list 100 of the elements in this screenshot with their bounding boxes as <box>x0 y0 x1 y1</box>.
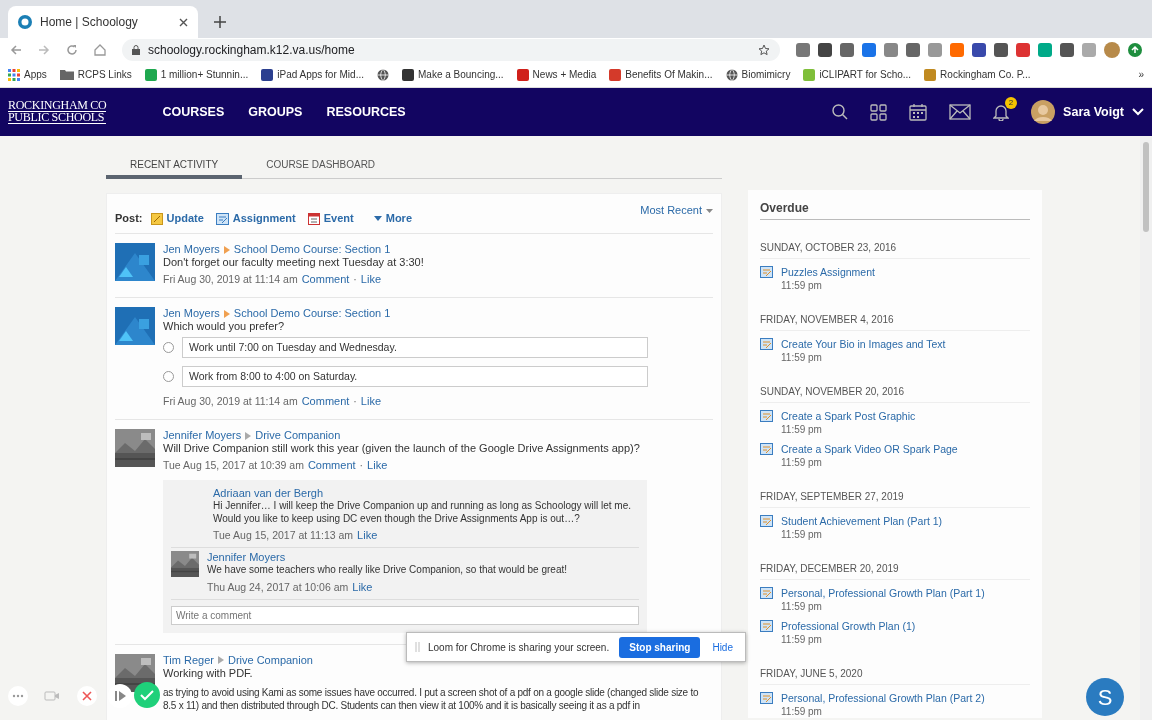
author-link[interactable]: Jennifer Moyers <box>207 551 286 563</box>
forward-icon[interactable] <box>38 44 50 56</box>
stop-sharing-button[interactable]: Stop sharing <box>619 636 701 658</box>
mail-icon[interactable] <box>949 104 972 120</box>
extension-icon[interactable] <box>818 43 832 57</box>
extension-icon[interactable] <box>1016 43 1030 57</box>
check-icon[interactable] <box>134 682 160 708</box>
post-action-link[interactable]: Update <box>166 212 204 225</box>
profile-avatar[interactable] <box>1104 42 1120 58</box>
bookmark[interactable]: Benefits Of Makin... <box>609 68 713 81</box>
hide-button[interactable]: Hide <box>708 640 737 654</box>
extension-icon[interactable] <box>994 43 1008 57</box>
comment-field[interactable]: Write a comment <box>171 605 639 625</box>
extension-icon[interactable] <box>972 43 986 57</box>
poll-option[interactable]: Work until 7:00 on Tuesday and Wednesday. <box>182 337 648 358</box>
extension-icon[interactable] <box>1060 43 1074 57</box>
chat-button[interactable]: S <box>1086 678 1124 716</box>
sort-dropdown[interactable]: Most Recent <box>640 204 702 217</box>
post-action-link[interactable]: Event <box>323 212 354 225</box>
overdue-item-link[interactable]: Create a Spark Post Graphic <box>781 410 916 423</box>
overdue-item-link[interactable]: Puzzles Assignment <box>781 266 875 279</box>
course-link[interactable]: Drive Companion <box>227 653 313 667</box>
overdue-item-link[interactable]: Personal, Professional Growth Plan (Part 1) <box>781 587 985 600</box>
extension-icon[interactable] <box>906 43 920 57</box>
user-avatar[interactable] <box>1031 100 1056 124</box>
bookmark[interactable]: Rockingham Co. P... <box>924 68 1031 81</box>
action-link[interactable]: Like <box>357 529 378 542</box>
nav-link[interactable]: RESOURCES <box>326 105 406 119</box>
extension-icon[interactable] <box>1082 43 1096 57</box>
chevron-down-icon[interactable] <box>1132 108 1144 116</box>
globe-icon[interactable] <box>377 68 389 81</box>
bookmark[interactable]: RCPS Links <box>59 68 132 81</box>
author-link[interactable]: Jen Moyers <box>163 243 220 256</box>
post-action-link[interactable]: Assignment <box>232 212 296 225</box>
back-icon[interactable] <box>10 44 22 56</box>
extension-icon[interactable] <box>840 43 854 57</box>
nav-link[interactable]: COURSES <box>162 105 225 119</box>
grid-icon[interactable] <box>870 103 888 121</box>
bookmark[interactable]: iCLIPART for Scho... <box>803 68 912 81</box>
overdue-item-link[interactable]: Personal, Professional Growth Plan (Part 2) <box>781 692 985 705</box>
bookmark[interactable]: News + Media <box>516 68 597 81</box>
action-link[interactable]: Like <box>360 273 382 286</box>
new-tab-icon[interactable] <box>214 16 226 28</box>
extension-icon[interactable] <box>884 43 898 57</box>
search-icon[interactable] <box>832 104 849 120</box>
course-link[interactable]: School Demo Course: Section 1 <box>233 243 391 256</box>
bookmark[interactable]: Biomimicry <box>725 68 791 81</box>
action-link[interactable]: Like <box>360 395 382 408</box>
drag-handle-icon[interactable] <box>415 642 420 652</box>
reload-icon[interactable] <box>66 44 78 56</box>
comment-text: We have some teachers who really like Drive Companion, so that would be great! <box>207 564 567 577</box>
close-icon[interactable] <box>179 17 188 27</box>
action-link[interactable]: Comment <box>301 273 350 286</box>
action-link[interactable]: Like <box>367 459 388 472</box>
more-bookmarks-button[interactable]: » <box>1138 68 1144 81</box>
extension-icon[interactable] <box>862 43 876 57</box>
author-link[interactable]: Jennifer Moyers <box>163 429 242 442</box>
close-icon[interactable] <box>77 686 97 706</box>
more-icon[interactable] <box>8 686 28 706</box>
overdue-item-link[interactable]: Student Achievement Plan (Part 1) <box>781 515 943 528</box>
star-icon[interactable] <box>758 44 770 56</box>
course-link[interactable]: School Demo Course: Section 1 <box>233 307 391 320</box>
logo-text[interactable]: PUBLIC SCHOOLS <box>8 112 107 124</box>
user-name[interactable]: Sara Voigt <box>1063 105 1124 119</box>
home-icon[interactable] <box>94 44 106 56</box>
address-bar[interactable]: schoology.rockingham.k12.va.us/home <box>122 39 780 61</box>
author-link[interactable]: Adriaan van der Bergh <box>213 487 324 499</box>
radio-button[interactable] <box>163 342 174 353</box>
action-link[interactable]: Comment <box>307 459 356 472</box>
bookmark[interactable]: Apps <box>8 68 47 81</box>
action-link[interactable]: Comment <box>301 395 350 408</box>
poll-option[interactable]: Work from 8:00 to 4:00 on Saturday. <box>182 366 648 387</box>
caret-icon <box>706 208 713 213</box>
author-link[interactable]: Jen Moyers <box>163 307 220 320</box>
author-link[interactable]: Tim Reger <box>163 653 214 667</box>
calendar-icon <box>307 212 320 225</box>
timestamp: Tue Aug 15, 2017 at 11:13 am <box>213 529 354 542</box>
overdue-item-link[interactable]: Create a Spark Video OR Spark Page <box>781 443 958 456</box>
scrollbar-thumb[interactable] <box>1143 142 1149 232</box>
overdue-item-link[interactable]: Professional Growth Plan (1) <box>781 620 916 633</box>
bell-icon[interactable] <box>993 103 1010 121</box>
extension-icon[interactable] <box>796 43 810 57</box>
action-link[interactable]: Like <box>352 580 373 594</box>
page-tab[interactable]: COURSE DASHBOARD <box>242 152 400 179</box>
nav-link[interactable]: GROUPS <box>248 105 303 119</box>
overdue-item-link[interactable]: Create Your Bio in Images and Text <box>781 338 946 351</box>
bookmark[interactable]: Make a Bouncing... <box>402 68 504 81</box>
page-tab[interactable]: RECENT ACTIVITY <box>106 152 243 179</box>
course-link[interactable]: Drive Companion <box>255 429 341 442</box>
calendar-icon[interactable] <box>909 103 928 121</box>
logo-text[interactable]: ROCKINGHAM CO <box>8 100 107 112</box>
browser-tab[interactable]: Home | Schoology <box>8 6 198 38</box>
radio-button[interactable] <box>163 371 174 382</box>
bookmark[interactable]: iPad Apps for Mid... <box>261 68 364 81</box>
post-action-link[interactable]: More <box>385 212 412 225</box>
extension-icon[interactable] <box>928 43 942 57</box>
bookmark[interactable]: 1 million+ Stunnin... <box>144 68 249 81</box>
extension-icon[interactable] <box>1038 43 1052 57</box>
update-icon[interactable] <box>1128 43 1142 57</box>
extension-icon[interactable] <box>950 43 964 57</box>
